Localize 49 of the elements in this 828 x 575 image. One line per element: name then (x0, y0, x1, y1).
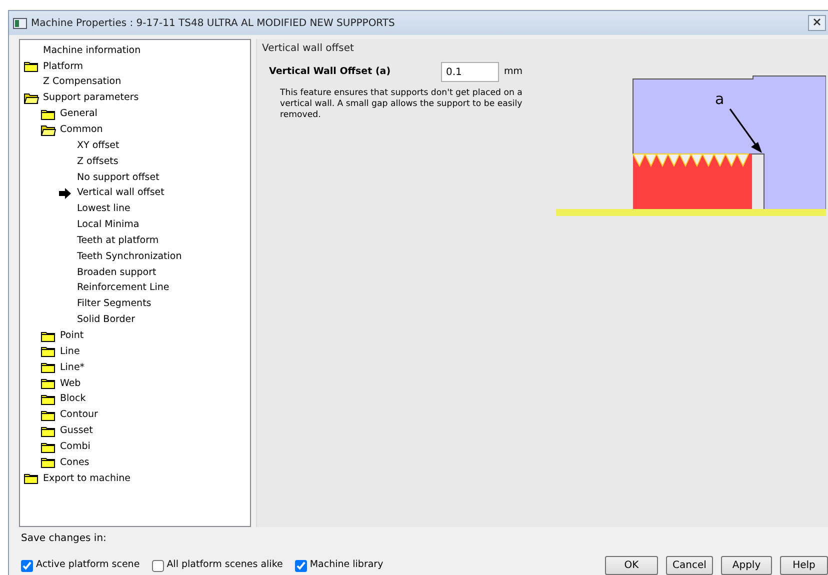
tree-item[interactable]: Local Minima (77, 218, 140, 232)
tree-item[interactable]: Machine information (43, 44, 141, 58)
dialog-button[interactable]: Help (780, 556, 828, 575)
tree-item[interactable]: Web (60, 376, 81, 391)
tree-item[interactable]: Reinforcement Line (77, 281, 170, 296)
tree-item[interactable]: XY offset (77, 138, 120, 154)
tree-item[interactable]: General (60, 107, 98, 122)
checkbox[interactable] (294, 560, 307, 572)
unit-label: mm (504, 64, 523, 79)
tree-item[interactable]: Teeth at platform (77, 234, 159, 248)
tree-item[interactable]: Vertical wall offset (77, 186, 164, 201)
tree-item[interactable]: Line (60, 344, 80, 360)
tree-item[interactable]: Export to machine (43, 472, 130, 486)
group-title: Vertical wall offset (262, 42, 355, 56)
tree-item[interactable]: Z Compensation (43, 75, 122, 90)
tree-item[interactable]: Common (60, 123, 103, 138)
tree-item[interactable]: Cones (60, 456, 90, 470)
tree-item[interactable]: Point (60, 328, 84, 344)
tree-item[interactable]: Block (60, 392, 86, 407)
close-button[interactable] (808, 15, 826, 31)
dialog-button[interactable]: Apply (721, 556, 772, 575)
tree-item[interactable]: Contour (60, 408, 98, 422)
field-label: Vertical Wall Offset (a) (269, 64, 392, 79)
tree-item[interactable]: Solid Border (77, 313, 136, 328)
app-icon (13, 18, 27, 28)
checkbox[interactable] (152, 560, 164, 572)
tree-item[interactable]: Platform (43, 60, 84, 74)
checkbox-label: Machine library (310, 558, 384, 572)
checkbox-label: Active platform scene (36, 558, 140, 572)
save-label: Save changes in: (21, 532, 108, 546)
tree-item[interactable]: Support parameters (43, 91, 139, 106)
tree-item[interactable]: Line* (60, 360, 85, 375)
tree-item[interactable]: Gusset (60, 424, 93, 438)
description-text: This feature ensures that supports don't get placed on a vertical wall. A small gap allows the support to be easily removed. (280, 88, 524, 122)
dialog-button[interactable]: Cancel (666, 556, 713, 575)
tree-item[interactable]: Lowest line (77, 202, 130, 216)
tree-item[interactable]: Z offsets (77, 154, 118, 169)
dialog-button[interactable]: OK (605, 556, 658, 575)
window-title: Machine Properties : 9-17-11 TS48 ULTRA AL MODIFIED NEW SUPPPORTS (31, 16, 395, 30)
tree-item[interactable]: Combi (60, 440, 90, 454)
close-icon (813, 18, 821, 26)
checkbox-label: All platform scenes alike (166, 558, 283, 572)
tree-item[interactable]: Filter Segments (77, 297, 152, 312)
tree-item[interactable]: Teeth Synchronization (77, 250, 182, 264)
tree-item[interactable]: Broaden support (77, 266, 156, 280)
tree-item[interactable]: No support offset (77, 170, 160, 185)
offset-field[interactable]: 0.1 (441, 62, 499, 82)
arrow-icon (58, 188, 72, 200)
checkbox[interactable] (21, 560, 33, 572)
